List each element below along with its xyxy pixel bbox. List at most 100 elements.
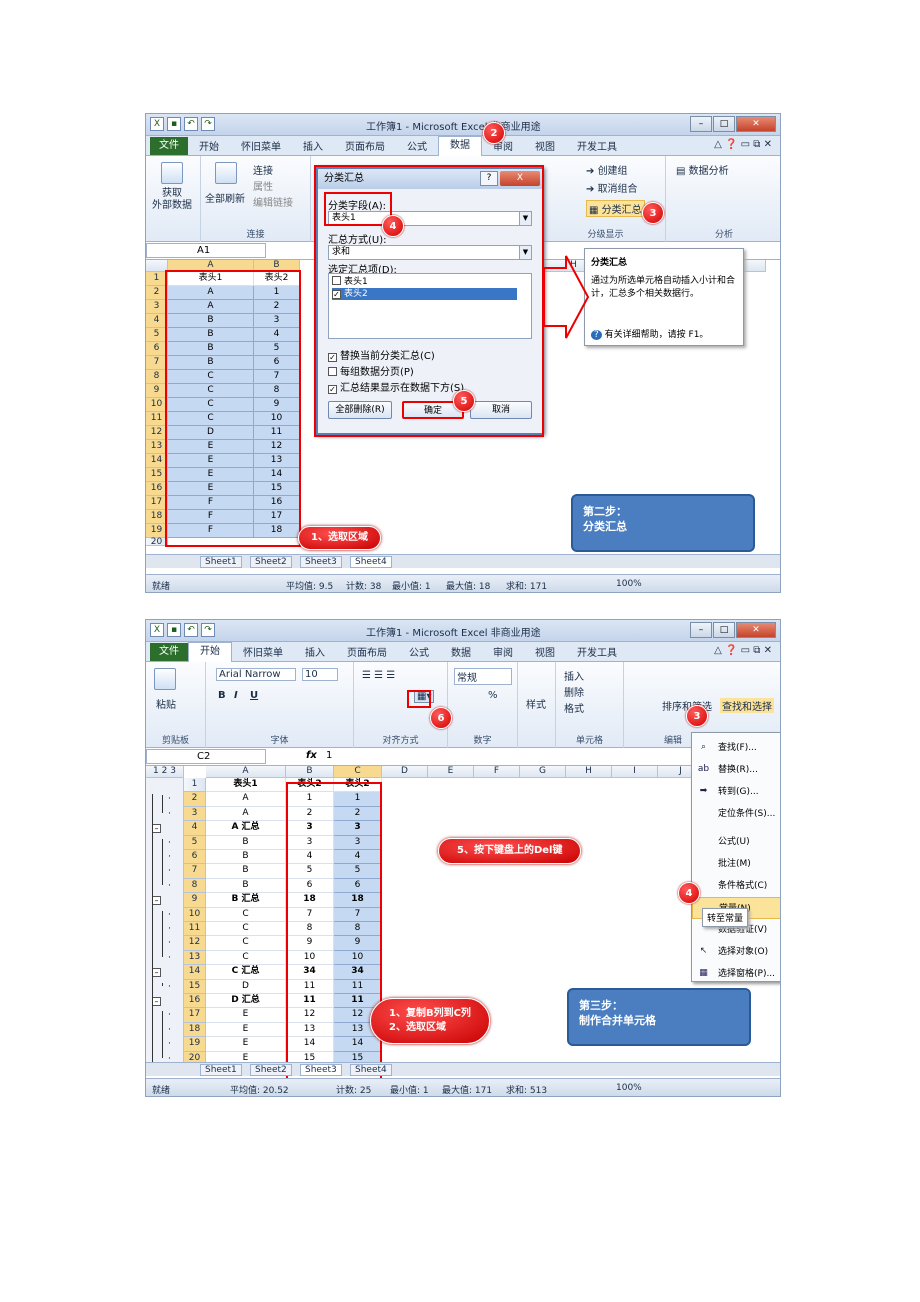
checkbox-checked[interactable]: ✓ xyxy=(332,290,341,299)
column-header-h[interactable]: H xyxy=(566,766,612,778)
row-header[interactable]: 9 xyxy=(184,893,206,908)
name-box[interactable]: A1 xyxy=(146,243,266,258)
cell-a[interactable]: C 汇总 xyxy=(206,965,286,980)
tab-page-layout[interactable]: 页面布局 xyxy=(336,644,398,659)
func-select[interactable]: 求和 ▼ xyxy=(328,245,532,260)
cell-b[interactable]: 4 xyxy=(254,328,300,342)
column-header-g[interactable]: G xyxy=(520,766,566,778)
menu-item[interactable]: 定位条件(S)... xyxy=(692,803,780,825)
column-header-e[interactable]: E xyxy=(428,766,474,778)
cell-b[interactable]: 1 xyxy=(286,792,334,807)
cell-c[interactable]: 18 xyxy=(334,893,382,908)
minimize-button[interactable]: – xyxy=(690,116,712,132)
row-header[interactable]: 6 xyxy=(146,342,168,356)
outline-panel[interactable]: · · – · · · · – · · · · – · – · · · · xyxy=(146,778,184,1066)
row-header[interactable]: 5 xyxy=(184,835,206,850)
cell-a[interactable]: 表头1 xyxy=(168,272,254,286)
column-header-d[interactable]: D xyxy=(382,766,428,778)
edit-links-button[interactable]: 编辑链接 xyxy=(253,194,293,209)
cell-b[interactable]: 14 xyxy=(254,468,300,482)
cell-a[interactable]: A xyxy=(206,806,286,822)
menu-item[interactable]: 条件格式(C) xyxy=(692,875,780,897)
cell-a[interactable]: E xyxy=(168,440,254,454)
create-group-button[interactable]: ➔ 创建组 xyxy=(586,162,628,177)
row-header[interactable]: 16 xyxy=(184,994,206,1009)
cell-a[interactable]: B xyxy=(168,314,254,328)
menu-item[interactable]: 批注(M) xyxy=(692,853,780,875)
cell-b[interactable]: 12 xyxy=(286,1008,334,1023)
row-header[interactable]: 5 xyxy=(146,328,168,342)
cell-b[interactable]: 18 xyxy=(254,524,300,538)
outline-level-buttons[interactable]: 1 2 3 xyxy=(146,766,184,778)
tab-data[interactable]: 数据 xyxy=(438,135,482,156)
tab-home[interactable]: 开始 xyxy=(188,641,232,662)
cell-a[interactable]: E xyxy=(206,1022,286,1038)
row-header[interactable]: 4 xyxy=(146,314,168,328)
column-header-a[interactable]: A xyxy=(168,260,254,272)
row-header[interactable]: 6 xyxy=(184,850,206,865)
cell-b[interactable]: 7 xyxy=(254,370,300,384)
cell-a[interactable]: F xyxy=(168,510,254,524)
cell-c[interactable]: 9 xyxy=(334,936,382,951)
item-header2[interactable]: ✓ 表头2 xyxy=(332,288,517,300)
row-header[interactable]: 15 xyxy=(184,979,206,994)
insert-cells-button[interactable]: 插入 xyxy=(564,668,584,683)
redo-icon[interactable]: ↷ xyxy=(201,623,215,637)
font-name-select[interactable]: Arial Narrow xyxy=(216,668,296,681)
cell-c[interactable]: 6 xyxy=(334,878,382,894)
menu-item[interactable]: ⌕ 查找(F)... xyxy=(692,737,780,759)
cell-a[interactable]: B xyxy=(206,850,286,865)
close-button[interactable]: ✕ xyxy=(736,622,776,638)
row-header[interactable]: 12 xyxy=(184,936,206,951)
row-header[interactable]: 8 xyxy=(184,878,206,894)
cell-b[interactable]: 1 xyxy=(254,286,300,300)
dialog-close-button[interactable]: X xyxy=(500,171,540,186)
cell-b[interactable]: 10 xyxy=(254,412,300,426)
cell-a[interactable]: B xyxy=(168,328,254,342)
cell-a[interactable]: B xyxy=(206,864,286,879)
cell-c[interactable]: 14 xyxy=(334,1037,382,1052)
merge-center-button[interactable]: ▦▾ xyxy=(414,690,435,703)
tab-formulas[interactable]: 公式 xyxy=(398,644,440,659)
tab-review[interactable]: 审阅 xyxy=(482,644,524,659)
dialog-help-button[interactable]: ? xyxy=(480,171,498,186)
tab-developer[interactable]: 开发工具 xyxy=(566,644,628,659)
cell-a[interactable]: F xyxy=(168,524,254,538)
column-header-b[interactable]: B xyxy=(286,766,334,778)
column-header-b[interactable]: B xyxy=(254,260,300,272)
cell-b[interactable]: 2 xyxy=(286,806,334,822)
opt-pagebreak[interactable]: 每组数据分页(P) xyxy=(328,363,414,378)
cell-a[interactable]: C xyxy=(206,950,286,966)
cell-a[interactable]: B xyxy=(206,835,286,850)
row-header[interactable]: 19 xyxy=(146,524,168,538)
save-icon[interactable]: ▪ xyxy=(167,623,181,637)
tab-classic-menu[interactable]: 怀旧菜单 xyxy=(232,644,294,659)
cell-a[interactable]: A xyxy=(168,300,254,314)
cell-b[interactable]: 11 xyxy=(286,979,334,994)
sheet-tab-2[interactable]: Sheet2 xyxy=(250,1064,292,1076)
row-header[interactable]: 7 xyxy=(146,356,168,370)
cell-c[interactable]: 34 xyxy=(334,965,382,980)
row-header[interactable]: 18 xyxy=(184,1022,206,1038)
column-header-i[interactable]: I xyxy=(612,766,658,778)
cell-b[interactable]: 4 xyxy=(286,850,334,865)
row-header[interactable]: 4 xyxy=(184,821,206,836)
cell-a[interactable]: D xyxy=(168,426,254,440)
cell-b[interactable]: 5 xyxy=(286,864,334,879)
cell-b[interactable]: 15 xyxy=(254,482,300,496)
refresh-all-button[interactable]: 全部刷新 xyxy=(205,190,245,205)
row-header[interactable]: 12 xyxy=(146,426,168,440)
properties-button[interactable]: 属性 xyxy=(253,178,273,193)
cell-a[interactable]: B xyxy=(206,878,286,894)
percent-button[interactable]: % xyxy=(488,690,498,701)
redo-icon[interactable]: ↷ xyxy=(201,117,215,131)
collapse-group-button[interactable]: – xyxy=(152,997,161,1006)
subtotal-button[interactable]: ▦ 分类汇总 xyxy=(586,200,645,217)
column-header-c[interactable]: C xyxy=(334,766,382,778)
row-header[interactable]: 10 xyxy=(184,907,206,922)
cell-a[interactable]: E xyxy=(168,454,254,468)
cell-b[interactable]: 13 xyxy=(286,1022,334,1038)
connections-button[interactable]: 连接 xyxy=(253,162,273,177)
cell-a[interactable]: 表头1 xyxy=(206,778,286,793)
menu-item[interactable]: ➡ 转到(G)... xyxy=(692,781,780,803)
